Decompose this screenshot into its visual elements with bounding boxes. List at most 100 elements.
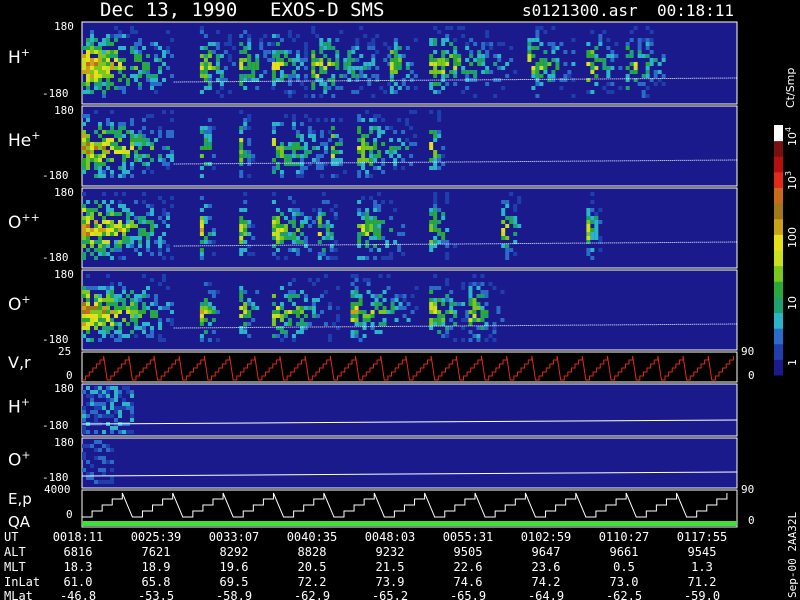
heatmap-cell xyxy=(441,318,446,322)
heatmap-cell xyxy=(303,146,308,150)
heatmap-cell xyxy=(98,54,102,58)
heatmap-cell xyxy=(94,78,98,82)
heatmap-cell xyxy=(389,256,394,260)
heatmap-cell xyxy=(90,208,94,212)
heatmap-cell xyxy=(122,126,126,130)
heatmap-cell xyxy=(433,224,438,228)
heatmap-cell xyxy=(102,306,106,310)
heatmap-cell xyxy=(441,66,446,70)
heatmap-cell xyxy=(361,118,366,122)
panel-frame xyxy=(81,437,738,489)
ephem-cell: -58.9 xyxy=(216,589,252,600)
heatmap-cell xyxy=(323,142,328,146)
heatmap-cell xyxy=(94,322,98,326)
heatmap-cell xyxy=(449,302,454,306)
heatmap-cell xyxy=(319,294,324,298)
heatmap-cell xyxy=(311,130,316,134)
heatmap-cell xyxy=(239,248,244,252)
heatmap-cell xyxy=(122,158,126,162)
heatmap-cell xyxy=(429,240,434,244)
ephem-cell: 65.8 xyxy=(142,575,171,589)
heatmap-cell xyxy=(122,46,126,50)
heatmap-cell xyxy=(134,74,138,78)
heatmap-cell xyxy=(468,290,473,294)
heatmap-cell xyxy=(203,34,208,38)
heatmap-cell xyxy=(535,78,540,82)
heatmap-cell xyxy=(243,86,248,90)
heatmap-cell xyxy=(279,224,284,228)
heatmap-cell xyxy=(382,290,387,294)
heatmap-cell xyxy=(199,154,204,158)
heatmap-cell xyxy=(166,216,170,220)
heatmap-cell xyxy=(449,306,454,310)
heatmap-cell xyxy=(531,54,536,58)
heatmap-cell xyxy=(327,42,332,46)
heatmap-cell xyxy=(633,62,638,66)
heatmap-cell xyxy=(98,46,102,50)
heatmap-cell xyxy=(86,294,90,298)
heatmap-cell xyxy=(122,74,126,78)
heatmap-cell xyxy=(389,74,394,78)
y-tick-top: 180 xyxy=(54,186,74,199)
heatmap-cell xyxy=(527,50,532,54)
heatmap-cell xyxy=(362,334,367,338)
heatmap-cell xyxy=(369,216,374,220)
heatmap-cell xyxy=(239,286,244,290)
heatmap-cell xyxy=(102,82,106,86)
heatmap-cell xyxy=(307,130,312,134)
heatmap-cell xyxy=(158,154,162,158)
heatmap-cell xyxy=(315,118,320,122)
heatmap-cell xyxy=(118,122,122,126)
heatmap-cell xyxy=(271,42,276,46)
heatmap-cell xyxy=(330,154,335,158)
heatmap-cell xyxy=(86,402,90,406)
heatmap-cell xyxy=(441,86,446,90)
heatmap-cell xyxy=(199,46,204,50)
heatmap-cell xyxy=(350,310,355,314)
heatmap-cell xyxy=(243,200,248,204)
heatmap-cell xyxy=(329,236,334,240)
heatmap-cell xyxy=(126,430,130,434)
heatmap-cell xyxy=(114,248,118,252)
heatmap-cell xyxy=(146,74,150,78)
heatmap-cell xyxy=(315,58,320,62)
heatmap-cell xyxy=(86,460,90,464)
heatmap-cell xyxy=(496,310,501,314)
heatmap-cell xyxy=(82,130,86,134)
heatmap-cell xyxy=(405,74,410,78)
heatmap-cell xyxy=(102,414,106,418)
heatmap-cell xyxy=(106,306,110,310)
heatmap-cell xyxy=(146,62,150,66)
heatmap-cell xyxy=(311,298,316,302)
heatmap-cell xyxy=(311,138,316,142)
heatmap-cell xyxy=(437,154,442,158)
heatmap-cell xyxy=(563,78,568,82)
heatmap-cell xyxy=(437,208,442,212)
heatmap-cell xyxy=(279,150,284,154)
heatmap-cell xyxy=(307,216,312,220)
heatmap-cell xyxy=(476,286,481,290)
heatmap-cell xyxy=(126,334,130,338)
heatmap-cell xyxy=(375,78,380,82)
heatmap-cell xyxy=(586,228,591,232)
heatmap-cell xyxy=(410,294,415,298)
heatmap-cell xyxy=(126,244,130,248)
heatmap-cell xyxy=(433,66,438,70)
heatmap-cell xyxy=(295,240,300,244)
heatmap-cell xyxy=(94,162,98,166)
heatmap-cell xyxy=(142,232,146,236)
heatmap-cell xyxy=(102,402,106,406)
panel-label-vr: V,r xyxy=(8,353,31,372)
heatmap-cell xyxy=(299,174,304,178)
heatmap-cell xyxy=(166,166,170,170)
heatmap-cell xyxy=(287,248,292,252)
heatmap-cell xyxy=(323,274,328,278)
y-tick-bottom: -180 xyxy=(42,169,69,182)
heatmap-cell xyxy=(389,86,394,90)
heatmap-cell xyxy=(134,314,138,318)
heatmap-cell xyxy=(102,142,106,146)
heatmap-cell xyxy=(166,130,170,134)
heatmap-cell xyxy=(199,338,204,342)
heatmap-cell xyxy=(354,286,359,290)
heatmap-cell xyxy=(98,322,102,326)
